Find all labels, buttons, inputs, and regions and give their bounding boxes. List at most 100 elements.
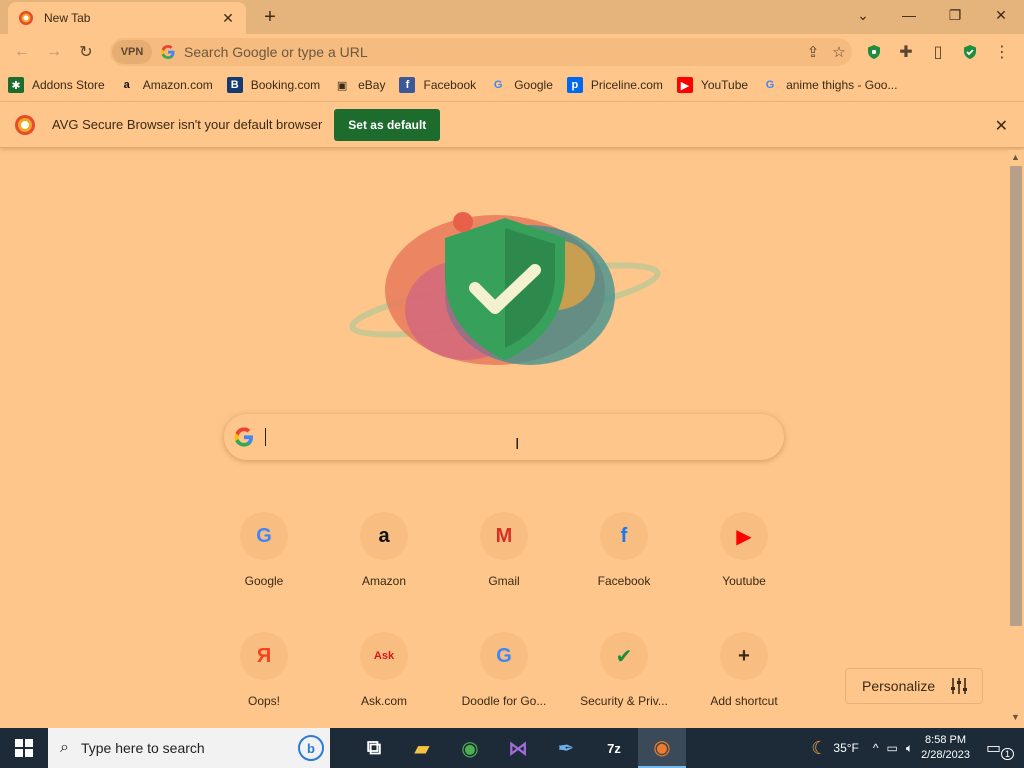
shortcut-glyph: Ask bbox=[373, 650, 395, 662]
personalize-button[interactable]: Personalize bbox=[845, 668, 983, 704]
share-icon[interactable]: ⇪ bbox=[800, 39, 826, 65]
facebook-icon: f bbox=[600, 512, 648, 560]
bookmark-item[interactable]: G Google bbox=[490, 77, 553, 93]
facebook-icon: f bbox=[399, 77, 416, 93]
google-icon: G bbox=[493, 79, 503, 91]
back-button[interactable]: ← bbox=[8, 38, 36, 66]
scrollbar[interactable]: ▲ ▼ bbox=[1008, 150, 1024, 728]
shortcut-tile[interactable]: G Doodle for Go... bbox=[448, 632, 560, 742]
shortcut-label: Add shortcut bbox=[710, 694, 778, 708]
tab-close-icon[interactable]: ✕ bbox=[220, 10, 236, 26]
shortcut-tile[interactable]: f Facebook bbox=[568, 512, 680, 622]
yandex-icon: Я bbox=[240, 632, 288, 680]
shortcut-glyph: ▶ bbox=[736, 525, 752, 548]
side-panel-icon[interactable]: ▯ bbox=[924, 38, 952, 66]
notification-count: 1 bbox=[1000, 748, 1014, 760]
shortcut-tile[interactable]: ✔ Security & Priv... bbox=[568, 632, 680, 742]
shortcut-glyph: G bbox=[256, 524, 272, 547]
7zip-glyph: 7z bbox=[607, 740, 621, 756]
bookmark-item[interactable]: ✱ Addons Store bbox=[8, 77, 105, 93]
addons-icon: ✱ bbox=[8, 77, 24, 93]
google-icon: G bbox=[480, 632, 528, 680]
taskbar-search[interactable]: ⌕ Type here to search b bbox=[48, 728, 330, 768]
extensions-icon[interactable]: ✚ bbox=[892, 38, 920, 66]
shortcut-tile[interactable]: Ask Ask.com bbox=[328, 632, 440, 742]
shortcut-tile[interactable]: + Add shortcut bbox=[688, 632, 800, 742]
personalize-label: Personalize bbox=[862, 678, 936, 694]
bookmark-item[interactable]: B Booking.com bbox=[226, 77, 321, 93]
shortcut-tile[interactable]: ▶ Youtube bbox=[688, 512, 800, 622]
shortcut-tile[interactable]: M Gmail bbox=[448, 512, 560, 622]
amazon-icon: a bbox=[360, 512, 408, 560]
minimize-button[interactable]: — bbox=[886, 0, 932, 30]
google-icon: G bbox=[240, 512, 288, 560]
bookmark-label: eBay bbox=[358, 78, 386, 92]
chrome-glyph: ◉ bbox=[461, 737, 479, 760]
taskbar-file-explorer-icon[interactable]: ▰ bbox=[398, 728, 446, 768]
bookmark-item[interactable]: ▣ eBay bbox=[334, 77, 386, 93]
forward-button[interactable]: → bbox=[40, 38, 68, 66]
menu-icon[interactable]: ⋮ bbox=[988, 38, 1016, 66]
text-caret bbox=[265, 428, 266, 446]
set-as-default-button[interactable]: Set as default bbox=[334, 108, 441, 141]
shortcut-glyph: G bbox=[496, 644, 512, 667]
shortcut-tile[interactable]: a Amazon bbox=[328, 512, 440, 622]
restore-button[interactable]: ❐ bbox=[932, 0, 978, 30]
system-tray: ☾ 35°F ^ ▭ 🔈︎ 8:58 PM 2/28/2023 ▭ 1 bbox=[811, 728, 1024, 768]
priceline-icon: p bbox=[566, 77, 583, 93]
new-tab-button[interactable]: + bbox=[258, 6, 282, 28]
shortcut-label: Ask.com bbox=[360, 694, 407, 708]
bookmark-item[interactable]: p Priceline.com bbox=[566, 77, 663, 93]
clock[interactable]: 8:58 PM 2/28/2023 bbox=[921, 733, 970, 763]
scroll-down-icon[interactable]: ▼ bbox=[1011, 712, 1020, 722]
tray-chevron-icon[interactable]: ^ bbox=[873, 741, 879, 755]
notification-icon[interactable]: ▭ 1 bbox=[986, 738, 1018, 760]
tab-search-dropdown-icon[interactable]: ⌄ bbox=[840, 0, 886, 30]
avg-shield-extension-icon[interactable] bbox=[860, 38, 888, 66]
weather-temp[interactable]: 35°F bbox=[833, 741, 858, 755]
start-button[interactable] bbox=[0, 728, 48, 768]
taskbar-task-view-icon[interactable]: ⧉ bbox=[350, 728, 398, 768]
close-window-button[interactable]: ✕ bbox=[978, 0, 1024, 30]
gmail-icon: M bbox=[480, 512, 528, 560]
scroll-thumb[interactable] bbox=[1010, 166, 1022, 626]
reload-button[interactable]: ↻ bbox=[72, 38, 100, 66]
shortcut-glyph: + bbox=[738, 644, 750, 667]
volume-icon[interactable]: 🔈︎ bbox=[906, 741, 913, 756]
infobar-close-icon[interactable]: ✕ bbox=[995, 116, 1008, 136]
avg-browser-icon bbox=[19, 11, 33, 25]
bookmark-item[interactable]: Ganime thighs - Goo... bbox=[762, 77, 898, 93]
infobar-message: AVG Secure Browser isn't your default br… bbox=[52, 117, 323, 132]
windows-icon bbox=[15, 739, 33, 757]
tab-new-tab[interactable]: New Tab ✕ bbox=[8, 2, 246, 34]
address-bar[interactable]: VPN Search Google or type a URL ⇪ ☆ bbox=[110, 38, 852, 66]
taskbar-7zip-icon[interactable]: 7z bbox=[590, 728, 638, 768]
star-icon[interactable]: ☆ bbox=[826, 39, 852, 65]
shortcut-tile[interactable]: G Google bbox=[208, 512, 320, 622]
taskbar-tool-app-icon[interactable]: ✒ bbox=[542, 728, 590, 768]
search-box[interactable] bbox=[224, 414, 784, 460]
taskbar-chrome-icon[interactable]: ◉ bbox=[446, 728, 494, 768]
bookmark-item[interactable]: a Amazon.com bbox=[119, 77, 213, 93]
vpn-button[interactable]: VPN bbox=[112, 40, 152, 64]
scroll-up-icon[interactable]: ▲ bbox=[1011, 152, 1020, 162]
taskbar-avg-browser-icon[interactable]: ◉ bbox=[638, 728, 686, 768]
shortcut-label: Security & Priv... bbox=[580, 694, 668, 708]
bing-icon[interactable]: b bbox=[298, 735, 324, 761]
google-icon: G bbox=[765, 79, 775, 91]
security-shield-icon[interactable] bbox=[956, 38, 984, 66]
clock-date: 2/28/2023 bbox=[921, 749, 970, 761]
tab-strip: New Tab ✕ + ⌄ — ❐ ✕ bbox=[0, 0, 1024, 34]
weather-icon[interactable]: ☾ bbox=[811, 738, 827, 759]
default-browser-infobar: AVG Secure Browser isn't your default br… bbox=[0, 101, 1024, 148]
bookmark-label: anime thighs - Goo... bbox=[786, 78, 898, 92]
bookmark-item[interactable]: f Facebook bbox=[399, 77, 476, 93]
tab-title: New Tab bbox=[44, 11, 91, 25]
shortcut-tile[interactable]: Я Oops! bbox=[208, 632, 320, 742]
bookmark-item[interactable]: ▶ YouTube bbox=[676, 77, 748, 93]
tool-app-glyph: ✒ bbox=[557, 737, 575, 760]
taskbar-visual-studio-icon[interactable]: ⋈ bbox=[494, 728, 542, 768]
bookmark-label: Booking.com bbox=[250, 78, 321, 92]
network-icon[interactable]: ▭ bbox=[887, 741, 898, 755]
shortcut-glyph: f bbox=[620, 524, 628, 547]
